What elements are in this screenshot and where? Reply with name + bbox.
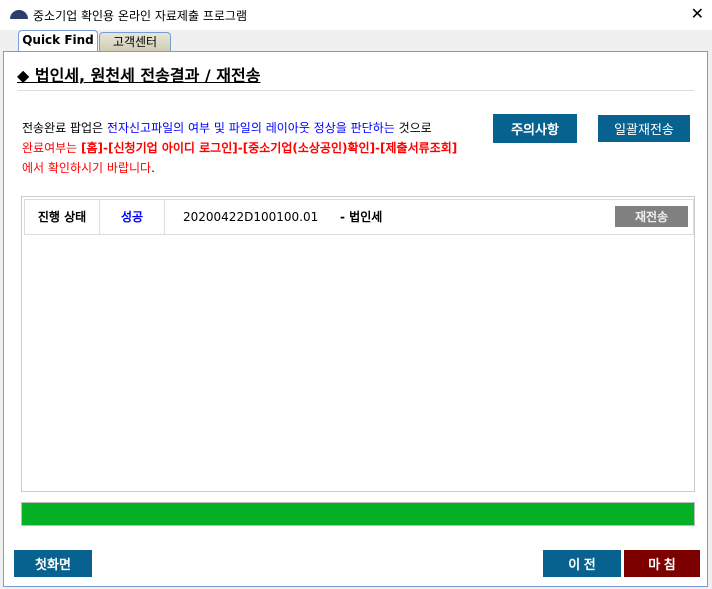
resend-all-button[interactable]: 일괄재전송 bbox=[598, 115, 690, 142]
resend-button[interactable]: 재전송 bbox=[615, 206, 688, 227]
msg-text: 것으로 bbox=[394, 121, 432, 135]
submission-id: 20200422D100100.01 bbox=[183, 210, 319, 224]
progress-fill bbox=[22, 503, 694, 525]
result-list: 진행 상태 성공 20200422D100100.01 - 법인세 재전송 bbox=[21, 196, 695, 492]
msg-text: 전자신고파일의 여부 및 파일의 레이아웃 정상을 판단하는 bbox=[106, 121, 395, 135]
status-value: 성공 bbox=[100, 200, 165, 234]
page-title: ◆ 법인세, 원천세 전송결과 / 재전송 bbox=[17, 66, 261, 85]
tab-quick-find[interactable]: Quick Find bbox=[18, 30, 98, 53]
msg-path: [홈]-[신청기업 아이디 로그인]-[중소기업(소상공인)확인]-[제출서류조… bbox=[81, 141, 458, 155]
progress-bar bbox=[21, 502, 695, 526]
msg-text: 전송완료 팝업은 bbox=[22, 121, 107, 135]
msg-text: . bbox=[151, 161, 155, 175]
divider bbox=[17, 90, 694, 91]
prev-button[interactable]: 이 전 bbox=[543, 550, 621, 577]
close-icon[interactable]: ✕ bbox=[691, 4, 704, 23]
home-button[interactable]: 첫화면 bbox=[14, 550, 92, 577]
title-bar: 중소기업 확인용 온라인 자료제출 프로그램 ✕ bbox=[0, 0, 712, 30]
info-message: 전송완료 팝업은 전자신고파일의 여부 및 파일의 레이아웃 정상을 판단하는 … bbox=[22, 118, 457, 178]
finish-button[interactable]: 마 침 bbox=[624, 550, 700, 577]
app-icon bbox=[10, 10, 28, 19]
list-item: 진행 상태 성공 20200422D100100.01 - 법인세 재전송 bbox=[24, 199, 694, 235]
notice-button[interactable]: 주의사항 bbox=[493, 114, 577, 143]
tax-type: - 법인세 bbox=[340, 210, 383, 224]
window-title: 중소기업 확인용 온라인 자료제출 프로그램 bbox=[33, 9, 247, 23]
msg-text: 에서 확인하시기 바랍니다 bbox=[22, 161, 152, 175]
status-label: 진행 상태 bbox=[25, 200, 100, 234]
tab-customer-center[interactable]: 고객센터 bbox=[99, 32, 171, 52]
msg-text: 완료여부는 bbox=[22, 141, 82, 155]
